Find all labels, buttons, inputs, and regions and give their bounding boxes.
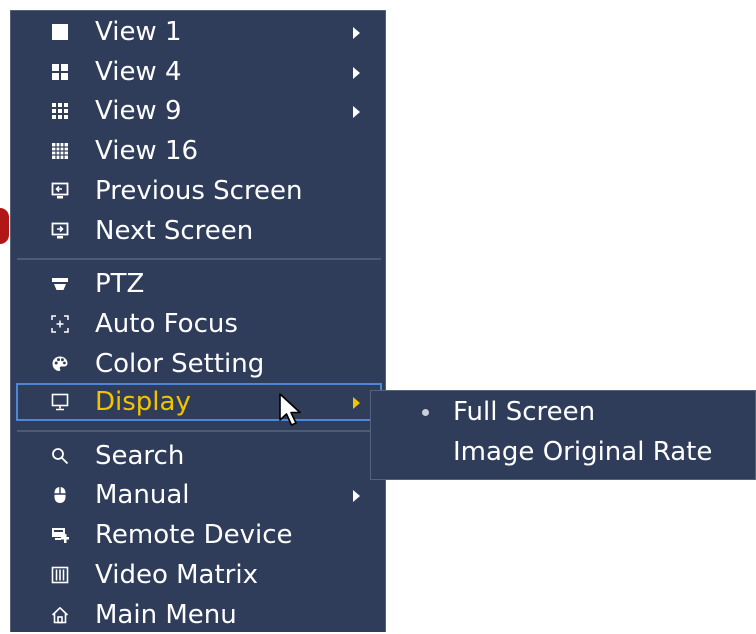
context-menu: View 1 View 4 View 9 View 16 Previous Sc… xyxy=(10,10,386,632)
display-submenu: Full Screen Image Original Rate xyxy=(370,390,756,480)
menu-item-label: Display xyxy=(95,387,191,417)
menu-item-view-1[interactable]: View 1 xyxy=(11,13,385,51)
color-palette-icon xyxy=(51,355,69,373)
menu-item-label: Next Screen xyxy=(95,216,254,246)
single-view-icon xyxy=(51,23,69,41)
search-icon xyxy=(51,447,69,465)
menu-item-label: Remote Device xyxy=(95,520,293,550)
home-icon xyxy=(51,606,69,624)
menu-item-video-matrix[interactable]: Video Matrix xyxy=(11,556,385,594)
submenu-arrow-icon xyxy=(353,490,360,502)
menu-separator xyxy=(17,430,381,432)
selected-bullet-icon xyxy=(422,409,429,416)
menu-item-label: View 1 xyxy=(95,17,182,47)
menu-item-previous-screen[interactable]: Previous Screen xyxy=(11,172,385,210)
next-screen-icon xyxy=(51,222,69,240)
submenu-item-label: Image Original Rate xyxy=(453,437,713,467)
menu-item-view-4[interactable]: View 4 xyxy=(11,53,385,91)
menu-item-label: Previous Screen xyxy=(95,176,303,206)
menu-item-main-menu[interactable]: Main Menu xyxy=(11,596,385,634)
menu-item-color-setting[interactable]: Color Setting xyxy=(11,345,385,383)
background-red-marker xyxy=(0,208,9,244)
submenu-arrow-icon xyxy=(353,397,360,409)
submenu-item-image-original-rate[interactable]: Image Original Rate xyxy=(371,433,755,473)
menu-item-search[interactable]: Search xyxy=(11,437,385,475)
monitor-icon xyxy=(51,393,69,411)
menu-item-next-screen[interactable]: Next Screen xyxy=(11,212,385,250)
submenu-item-full-screen[interactable]: Full Screen xyxy=(371,393,755,433)
menu-item-auto-focus[interactable]: Auto Focus xyxy=(11,305,385,343)
menu-item-label: Manual xyxy=(95,480,190,510)
menu-item-label: PTZ xyxy=(95,269,145,299)
submenu-arrow-icon xyxy=(353,106,360,118)
submenu-arrow-icon xyxy=(353,67,360,79)
ptz-camera-icon xyxy=(51,275,69,293)
video-matrix-icon xyxy=(51,566,69,584)
menu-item-view-9[interactable]: View 9 xyxy=(11,92,385,130)
menu-item-ptz[interactable]: PTZ xyxy=(11,265,385,303)
menu-item-manual[interactable]: Manual xyxy=(11,476,385,514)
menu-item-label: Video Matrix xyxy=(95,560,258,590)
menu-item-view-16[interactable]: View 16 xyxy=(11,132,385,170)
menu-item-label: Color Setting xyxy=(95,349,265,379)
menu-separator xyxy=(17,258,381,260)
submenu-item-label: Full Screen xyxy=(453,397,596,427)
menu-item-remote-device[interactable]: Remote Device xyxy=(11,516,385,554)
mouse-cursor-icon xyxy=(279,393,301,426)
auto-focus-icon xyxy=(51,315,69,333)
menu-item-label: Search xyxy=(95,441,185,471)
submenu-arrow-icon xyxy=(353,27,360,39)
menu-item-label: View 16 xyxy=(95,136,199,166)
quad-view-icon xyxy=(51,63,69,81)
remote-device-icon xyxy=(51,526,69,544)
menu-item-label: View 4 xyxy=(95,57,182,87)
menu-item-label: Main Menu xyxy=(95,600,237,630)
nine-view-icon xyxy=(51,102,69,120)
menu-item-label: Auto Focus xyxy=(95,309,238,339)
menu-item-display[interactable]: Display xyxy=(16,383,382,421)
previous-screen-icon xyxy=(51,182,69,200)
mouse-icon xyxy=(51,486,69,504)
sixteen-view-icon xyxy=(51,142,69,160)
menu-item-label: View 9 xyxy=(95,96,182,126)
